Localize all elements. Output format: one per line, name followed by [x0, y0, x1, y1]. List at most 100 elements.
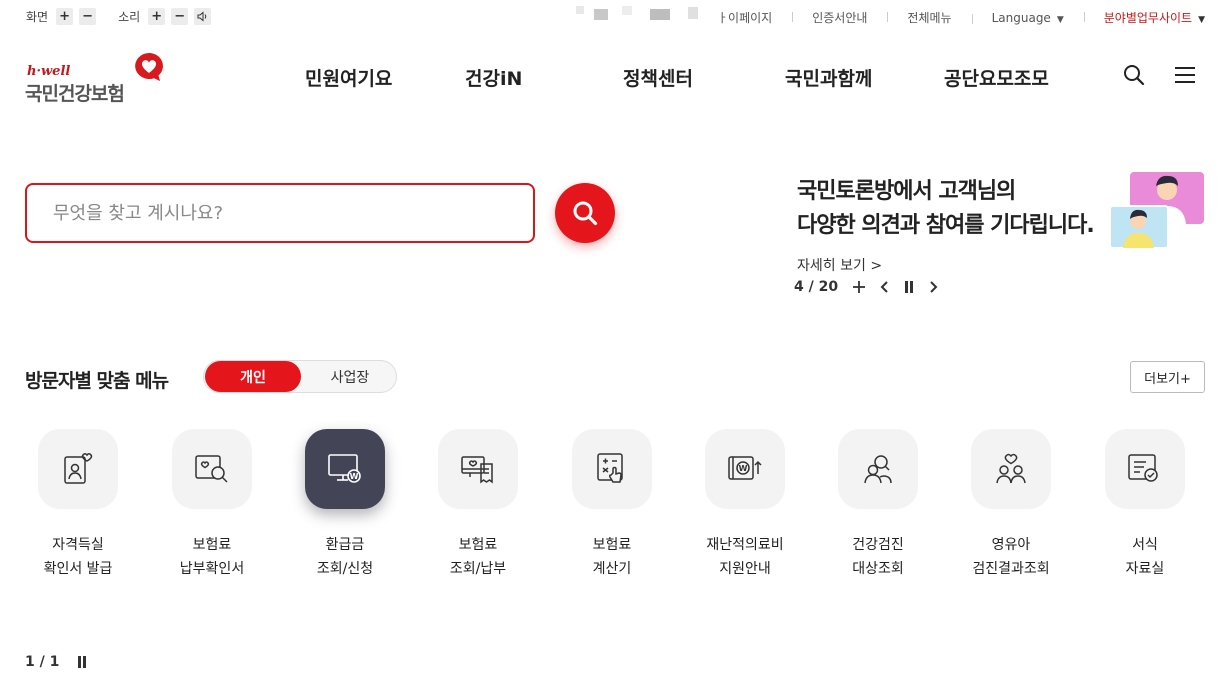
menu-label-line1: 영유아 [991, 537, 1031, 553]
business-sites-label: 분야별업무사이트 [1103, 11, 1193, 25]
promo-counter: 4 / 20 [794, 279, 839, 295]
menu-label-line1: 자격득실 [52, 537, 104, 553]
menu-label-line1: 환급금 [325, 537, 365, 553]
menu-item-payment-confirmation[interactable]: 보험료 납부확인서 [145, 429, 279, 589]
menu-item-calculator[interactable]: 보험료 계산기 [545, 429, 679, 589]
receipt-heart-icon [438, 429, 518, 509]
nav-item-health-in[interactable]: 건강iN [465, 64, 522, 91]
chevron-right-icon: > [870, 258, 883, 274]
menu-label: 보험료 계산기 [545, 533, 679, 581]
menu-label-line2: 조회/신청 [316, 561, 374, 577]
search-input[interactable] [53, 200, 513, 226]
certificate-guide-link[interactable]: 인증서안내 [792, 9, 887, 26]
promo-expand-button[interactable] [852, 280, 866, 294]
sound-label: 소리 [118, 10, 141, 24]
menu-label-line2: 검진결과조회 [972, 561, 1050, 577]
screen-zoom-out-button[interactable]: − [79, 8, 97, 25]
menu-item-premium-inquiry[interactable]: 보험료 조회/납부 [411, 429, 545, 589]
menu-label-line2: 지원안내 [719, 561, 771, 577]
id-card-heart-icon [38, 429, 118, 509]
promo-controls: 4 / 20 [794, 279, 952, 295]
menu-item-infant-checkup[interactable]: 영유아 검진결과조회 [944, 429, 1078, 589]
sitemap-link[interactable]: 전체메뉴 [887, 9, 971, 26]
section-title: 방문자별 맞춤 메뉴 [25, 370, 169, 392]
menu-pager: 1 / 1 [25, 654, 87, 670]
search-icon [573, 201, 598, 226]
menu-label-line2: 조회/납부 [449, 561, 507, 577]
logo-brand: h·well [27, 64, 71, 79]
search-button[interactable] [555, 183, 615, 243]
family-heart-icon [971, 429, 1051, 509]
chevron-right-icon [930, 281, 938, 293]
menu-label: 재난적의료비 지원안내 [678, 533, 812, 581]
doc-search-icon [172, 429, 252, 509]
menu-label-line1: 건강검진 [852, 537, 904, 553]
language-label: Language [991, 10, 1051, 25]
menu-label: 환급금 조회/신청 [278, 533, 412, 581]
menu-item-health-checkup[interactable]: 건강검진 대상조회 [811, 429, 945, 589]
volume-up-button[interactable]: + [148, 8, 166, 25]
menu-label: 보험료 납부확인서 [145, 533, 279, 581]
menu-label: 서식 자료실 [1078, 533, 1212, 581]
form-check-icon [1105, 429, 1185, 509]
search-icon[interactable] [1122, 63, 1146, 87]
search-box [25, 183, 535, 243]
promo-pause-button[interactable] [904, 281, 914, 293]
logo-name: 국민건강보험 [25, 83, 125, 105]
promo-more-link[interactable]: 자세히 보기 > [797, 255, 882, 275]
menu-label-line1: 재난적의료비 [706, 537, 784, 553]
caret-down-icon: ▼ [1198, 15, 1205, 25]
menu-label-line1: 보험료 [592, 537, 632, 553]
menu-pause-button[interactable] [77, 656, 87, 668]
menu-label-line1: 보험료 [192, 537, 232, 553]
business-sites-select[interactable]: 분야별업무사이트 ▼ [1083, 9, 1205, 26]
pause-icon [905, 281, 914, 293]
chevron-left-icon [880, 281, 888, 293]
plus-icon [853, 281, 866, 293]
menu-label-line2: 확인서 발급 [43, 561, 113, 577]
svg-text:W: W [739, 464, 748, 473]
menu-item-refund[interactable]: W 환급금 조회/신청 [278, 429, 412, 589]
nav-item-civil-service[interactable]: 민원여기요 [305, 64, 392, 91]
menu-item-qualification[interactable]: 자격득실 확인서 발급 [11, 429, 145, 589]
discussion-illustration [1110, 172, 1204, 249]
promo-banner: 국민토론방에서 고객님의 다양한 의견과 참여를 기다립니다. 자세히 보기 >… [794, 172, 1217, 305]
visitor-type-toggle: 개인 사업장 [203, 360, 397, 393]
utility-bar: 화면 + − 소리 + − ㅏ이페이지 인증서안내 전체메뉴 Language ▼… [0, 0, 1227, 34]
promo-next-button[interactable] [928, 280, 938, 294]
page-indicator: 1 / 1 [25, 654, 60, 670]
menu-item-forms[interactable]: 서식 자료실 [1078, 429, 1212, 589]
people-search-icon [838, 429, 918, 509]
caret-down-icon: ▼ [1056, 14, 1064, 25]
volume-down-button[interactable]: − [171, 8, 189, 25]
menu-label-line2: 자료실 [1125, 561, 1165, 577]
menu-label-line2: 계산기 [592, 561, 632, 577]
menu-item-catastrophic-medical[interactable]: W 재난적의료비 지원안내 [678, 429, 812, 589]
toggle-business[interactable]: 사업장 [304, 361, 396, 392]
site-logo[interactable]: h·well 국민건강보험 [25, 47, 175, 107]
screen-zoom-in-button[interactable]: + [56, 8, 74, 25]
menu-label: 건강검진 대상조회 [811, 533, 945, 581]
menu-label: 영유아 검진결과조회 [944, 533, 1078, 581]
toggle-personal[interactable]: 개인 [205, 361, 301, 392]
hamburger-menu-icon[interactable] [1174, 65, 1196, 85]
menu-label-line1: 보험료 [458, 537, 498, 553]
promo-prev-button[interactable] [880, 280, 890, 294]
header: h·well 국민건강보험 민원여기요 건강iN 정책센터 국민과함께 공단요모… [0, 40, 1227, 114]
nav-item-policy-center[interactable]: 정책센터 [623, 64, 693, 91]
more-button[interactable]: 더보기+ [1130, 361, 1205, 393]
monitor-won-icon: W [305, 429, 385, 509]
menu-label-line1: 서식 [1132, 537, 1158, 553]
svg-text:W: W [350, 472, 359, 481]
heart-bubble-icon [135, 53, 163, 81]
nav-item-corporation[interactable]: 공단요모조모 [944, 64, 1049, 91]
menu-label-line2: 대상조회 [852, 561, 904, 577]
menu-label: 보험료 조회/납부 [411, 533, 545, 581]
speaker-icon[interactable] [194, 8, 212, 25]
mypage-link[interactable]: ㅏ이페이지 [697, 9, 792, 26]
nav-item-with-citizens[interactable]: 국민과함께 [785, 64, 872, 91]
menu-label: 자격득실 확인서 발급 [11, 533, 145, 581]
screen-size-label: 화면 [26, 10, 49, 24]
language-select[interactable]: Language ▼ [971, 10, 1084, 25]
won-up-icon: W [705, 429, 785, 509]
